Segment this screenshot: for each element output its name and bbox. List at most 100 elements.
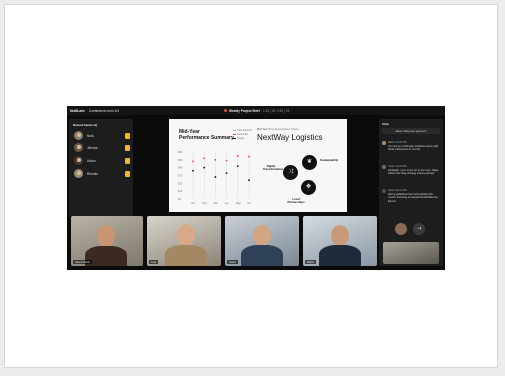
participant-name: Adora bbox=[87, 159, 96, 163]
y-tick-label: $0 bbox=[178, 197, 181, 201]
slide-title-line: Performance Summary bbox=[179, 135, 234, 141]
hand-icon[interactable]: ✋ bbox=[125, 157, 130, 164]
participant-name: Nola bbox=[87, 134, 94, 138]
app-label: MultiLane bbox=[70, 108, 85, 113]
y-tick-label: $60 bbox=[178, 150, 183, 154]
legend-label: Actual $k bbox=[237, 133, 248, 136]
slide-title: Mid-Year Performance Summary bbox=[179, 129, 239, 141]
avatar bbox=[382, 141, 386, 145]
room-label: Conference room 1/3 bbox=[89, 108, 119, 113]
group-video-thumbnail[interactable] bbox=[383, 242, 439, 264]
y-tick-label: $30 bbox=[178, 174, 183, 178]
message-author: Javier 10:20 AM bbox=[388, 165, 407, 168]
participant-video bbox=[253, 225, 271, 246]
chat-message-preview: about influencer partner? bbox=[382, 128, 440, 134]
video-tile[interactable]: Rahul bbox=[303, 216, 377, 266]
data-point bbox=[214, 158, 217, 161]
participant-name: Renmie bbox=[87, 172, 98, 176]
participant-video bbox=[165, 245, 207, 266]
x-tick-label: Apr bbox=[225, 201, 229, 205]
avatar bbox=[74, 143, 83, 152]
x-tick-label: Feb bbox=[202, 201, 207, 205]
shared-slide: Mid-Year Performance Summary Cost Result… bbox=[169, 119, 347, 212]
participant-video bbox=[97, 225, 115, 247]
message-author: Adora 10:21 AM bbox=[388, 189, 407, 192]
company-tag-bold: Mid-Year bbox=[257, 128, 268, 131]
x-tick-label: Mar bbox=[213, 201, 218, 205]
avatar bbox=[382, 165, 386, 169]
message-author: Rahul 10:20 AM bbox=[388, 141, 407, 144]
y-tick-label: $50 bbox=[178, 158, 183, 162]
data-point bbox=[248, 155, 250, 158]
chart-legend: Cost Results Actual $k Target bbox=[233, 129, 252, 141]
recording-icon bbox=[224, 109, 227, 112]
video-tile[interactable]: Javier bbox=[225, 216, 299, 266]
diagram-label-local: Local Partnerships bbox=[287, 197, 305, 205]
hand-icon[interactable]: ✋ bbox=[125, 170, 130, 177]
raised-hands-panel: Raised hands (4) Nola ✋ Jehoba ✋ Adora ✋… bbox=[69, 119, 133, 217]
participant-name-tag: Adora Morris bbox=[73, 260, 92, 264]
leaf-icon: ❦ bbox=[302, 155, 317, 170]
raised-hand-item[interactable]: Nola ✋ bbox=[72, 131, 130, 141]
participant-name: Jehoba bbox=[87, 146, 98, 150]
y-tick-label: $40 bbox=[178, 166, 183, 170]
data-point bbox=[225, 172, 228, 175]
avatar bbox=[382, 189, 386, 193]
chat-message: Rahul 10:20 AM You are so confirmed, ini… bbox=[382, 141, 440, 163]
meeting-title: Weekly Project Brief bbox=[229, 108, 260, 113]
raised-hand-item[interactable]: Renmie ✋ bbox=[72, 169, 130, 179]
message-text: We've published four new articles this m… bbox=[388, 193, 438, 203]
participant-video bbox=[331, 225, 349, 246]
video-conference-window: MultiLane Conference room 1/3 Weekly Pro… bbox=[67, 106, 445, 270]
y-tick-label: $20 bbox=[178, 181, 183, 185]
chat-message: Javier 10:20 AM Fantastic. Let's move on… bbox=[382, 165, 440, 187]
hand-icon[interactable]: ✋ bbox=[125, 144, 130, 151]
participant-video bbox=[319, 245, 361, 266]
chat-panel: Chat about influencer partner? Rahul 10:… bbox=[379, 119, 443, 217]
legend-label: Cost Results bbox=[237, 129, 252, 132]
avatar bbox=[74, 169, 83, 178]
x-tick-label: Jun bbox=[247, 201, 252, 205]
video-tile[interactable]: Lina bbox=[147, 216, 221, 266]
data-point bbox=[225, 159, 228, 162]
handshake-icon: ✥ bbox=[301, 180, 316, 195]
chat-message: Adora 10:21 AM We've published four new … bbox=[382, 189, 440, 213]
participant-name-tag: Lina bbox=[149, 260, 158, 264]
raised-hand-item[interactable]: Adora ✋ bbox=[72, 156, 130, 166]
x-tick-label: Jan bbox=[191, 201, 196, 205]
company-tag-rest: Bring Expectations Closer bbox=[268, 128, 299, 131]
participant-video bbox=[241, 245, 283, 266]
self-avatar bbox=[395, 223, 407, 235]
video-tile[interactable]: Adora Morris bbox=[71, 216, 143, 266]
data-point bbox=[236, 155, 239, 157]
company-tag: Mid-Year Bring Expectations Closer bbox=[257, 128, 298, 131]
diagram-label-digital: Digital Transformation bbox=[263, 164, 284, 172]
arrows-icon: ⤨ bbox=[283, 165, 298, 180]
chat-title: Chat bbox=[382, 122, 389, 126]
self-view-panel: ➝ bbox=[379, 216, 443, 266]
data-point bbox=[192, 160, 194, 163]
message-text: Fantastic. Let's move on to our next. Ok… bbox=[388, 169, 439, 176]
top-bar: MultiLane Conference room 1/3 Weekly Pro… bbox=[67, 106, 445, 115]
data-point bbox=[203, 166, 206, 169]
avatar bbox=[74, 131, 83, 140]
avatar bbox=[74, 156, 83, 165]
legend-item: Target bbox=[233, 137, 252, 141]
legend-label: Target bbox=[237, 137, 245, 140]
company-name: NextWay Logistics bbox=[257, 133, 323, 142]
participant-name-tag: Javier bbox=[227, 260, 238, 264]
x-tick-label: May bbox=[236, 201, 242, 205]
hand-icon[interactable]: ✋ bbox=[125, 132, 130, 139]
participant-name-tag: Rahul bbox=[305, 260, 316, 264]
performance-chart: $60 $50 $40 $30 $20 $10 $0 Jan Feb Mar Apr May Jun bbox=[178, 150, 252, 205]
raised-hand-item[interactable]: Jehoba ✋ bbox=[72, 143, 130, 153]
time-total: 1:50 | 25 bbox=[277, 108, 290, 113]
data-point bbox=[214, 176, 217, 178]
data-point bbox=[236, 165, 239, 167]
diagram-label-sustainability: Sustainability bbox=[320, 158, 339, 162]
y-tick-label: $10 bbox=[178, 189, 183, 193]
send-icon[interactable]: ➝ bbox=[413, 223, 425, 235]
time-elapsed: 1:20 | 20 bbox=[263, 108, 276, 113]
raised-hands-title: Raised hands (4) bbox=[73, 123, 98, 127]
data-point bbox=[192, 169, 194, 172]
